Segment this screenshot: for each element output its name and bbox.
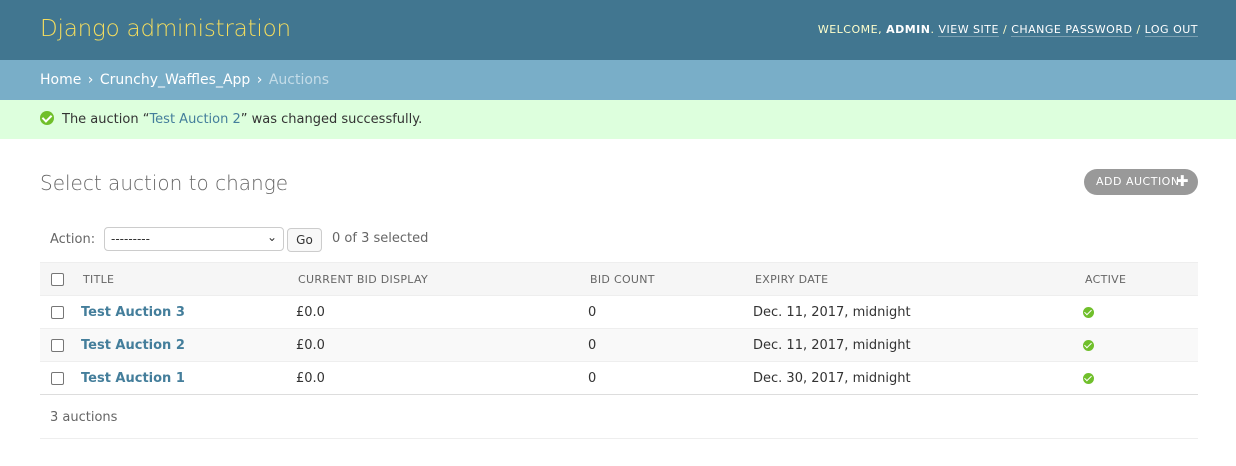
breadcrumb-app[interactable]: Crunchy_Waffles_App [100, 72, 250, 88]
view-site-link[interactable]: View site [938, 23, 999, 37]
paginator: 3 auctions [40, 396, 1198, 439]
go-button[interactable]: Go [287, 228, 322, 252]
action-select[interactable]: --------- ⌄ [104, 227, 284, 251]
row-current-bid: £0.0 [296, 361, 588, 395]
change-password-link[interactable]: Change password [1011, 23, 1133, 37]
actions-bar: Action: --------- ⌄ Go 0 of 3 selected [40, 227, 1198, 252]
table-row: Test Auction 2 £0.0 0 Dec. 11, 2017, mid… [40, 328, 1198, 362]
welcome-text: Welcome, [817, 23, 883, 36]
separator: / [1002, 23, 1008, 36]
breadcrumb-separator: › [256, 72, 263, 88]
table-row: Test Auction 1 £0.0 0 Dec. 30, 2017, mid… [40, 361, 1198, 395]
log-out-link[interactable]: Log out [1144, 23, 1198, 37]
success-check-icon [40, 111, 54, 125]
row-current-bid: £0.0 [296, 295, 588, 329]
results-table: Title Current bid display Bid count Expi… [40, 262, 1198, 395]
column-header-title[interactable]: Title [81, 262, 296, 296]
success-message: The auction “Test Auction 2” was changed… [0, 100, 1236, 139]
table-row: Test Auction 3 £0.0 0 Dec. 11, 2017, mid… [40, 295, 1198, 329]
action-label: Action: [50, 232, 96, 247]
message-prefix: The auction “ [62, 112, 150, 127]
active-yes-icon [1083, 372, 1094, 384]
username: admin [886, 23, 931, 36]
row-expiry-date: Dec. 11, 2017, midnight [753, 328, 1083, 362]
table-header-row: Title Current bid display Bid count Expi… [40, 262, 1198, 296]
plus-icon: ✚ [1175, 172, 1189, 190]
message-object-link[interactable]: Test Auction 2 [149, 112, 240, 127]
column-header-expiry-date[interactable]: Expiry date [753, 262, 1083, 296]
page-title: Select auction to change [40, 171, 288, 195]
active-yes-icon [1083, 306, 1094, 318]
select-all-checkbox[interactable] [51, 272, 64, 286]
row-checkbox[interactable] [51, 305, 64, 319]
site-name[interactable]: Django administration [40, 16, 291, 42]
active-yes-icon [1083, 339, 1094, 351]
add-auction-label: Add auction [1096, 175, 1180, 188]
breadcrumb-current: Auctions [268, 72, 330, 88]
column-header-current-bid: Current bid display [296, 262, 588, 296]
breadcrumb-separator: › [87, 72, 94, 88]
row-title-link[interactable]: Test Auction 2 [81, 338, 185, 353]
select-all-cell [40, 262, 81, 296]
row-checkbox[interactable] [51, 338, 64, 352]
row-bid-count: 0 [588, 328, 753, 362]
add-auction-button[interactable]: Add auction ✚ [1084, 169, 1198, 195]
breadcrumb-home[interactable]: Home [40, 72, 81, 88]
separator: / [1136, 23, 1141, 36]
row-current-bid: £0.0 [296, 328, 588, 362]
column-header-active[interactable]: Active [1083, 262, 1198, 296]
row-checkbox[interactable] [51, 371, 64, 385]
row-title-link[interactable]: Test Auction 3 [81, 305, 185, 320]
breadcrumb: Home › Crunchy_Waffles_App › Auctions [0, 60, 1236, 100]
action-select-value: --------- [111, 232, 150, 246]
user-tools: Welcome, admin. View site / Change passwor… [817, 23, 1198, 37]
row-title-link[interactable]: Test Auction 1 [81, 371, 185, 386]
row-bid-count: 0 [588, 361, 753, 395]
row-expiry-date: Dec. 30, 2017, midnight [753, 361, 1083, 395]
row-bid-count: 0 [588, 295, 753, 329]
row-expiry-date: Dec. 11, 2017, midnight [753, 295, 1083, 329]
message-suffix: ” was changed successfully. [240, 112, 423, 127]
selection-counter: 0 of 3 selected [332, 231, 429, 246]
chevron-down-icon: ⌄ [266, 230, 277, 244]
site-header: Django administration Welcome, admin. Vi… [0, 0, 1236, 60]
column-header-bid-count: Bid count [588, 262, 753, 296]
